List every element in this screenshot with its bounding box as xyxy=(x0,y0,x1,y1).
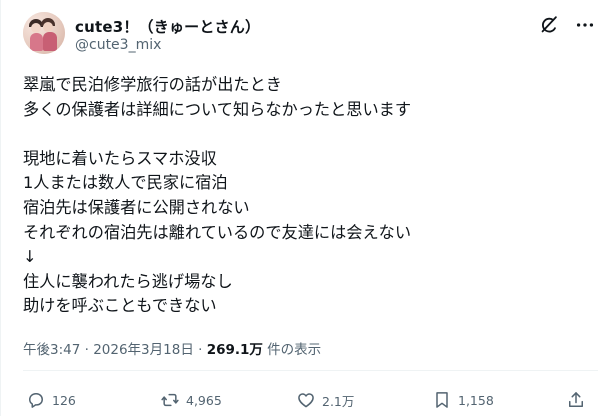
bookmark-icon xyxy=(436,392,448,408)
post-card: cute3！（きゅーとさん） @cute3_mix 翠嵐で民泊修学旅行の話が出た… xyxy=(0,0,612,416)
repost-icon xyxy=(161,393,179,407)
author-display-name[interactable]: cute3！（きゅーとさん） xyxy=(75,16,260,37)
post-meta: 午後3:47 · 2026年3月18日 · 269.1万 件の表示 xyxy=(23,338,321,358)
post-timestamp[interactable]: 午後3:47 · 2026年3月18日 · xyxy=(23,342,207,358)
view-count: 269.1万 xyxy=(206,342,263,358)
repost-button[interactable]: 4,965 xyxy=(160,389,222,411)
author-handle[interactable]: @cute3_mix xyxy=(75,37,161,53)
post-text: 翠嵐で民泊修学旅行の話が出たとき 多くの保護者は詳細について知らなかったと思いま… xyxy=(23,75,412,316)
divider xyxy=(23,370,598,371)
repost-count: 4,965 xyxy=(186,392,222,408)
like-button[interactable]: 2.1万 xyxy=(296,389,354,411)
bookmark-button[interactable]: 1,158 xyxy=(432,389,494,411)
view-count-suffix: 件の表示 xyxy=(262,342,322,358)
avatar[interactable] xyxy=(23,12,65,54)
share-button[interactable] xyxy=(566,389,586,411)
like-count: 2.1万 xyxy=(322,393,355,409)
grok-icon[interactable] xyxy=(538,14,560,36)
more-icon[interactable] xyxy=(574,14,596,36)
reply-count: 126 xyxy=(52,392,76,408)
reply-button[interactable]: 126 xyxy=(26,389,76,411)
like-icon xyxy=(298,393,314,408)
share-icon xyxy=(569,392,583,407)
reply-icon xyxy=(29,393,43,408)
bookmark-count: 1,158 xyxy=(458,392,494,408)
